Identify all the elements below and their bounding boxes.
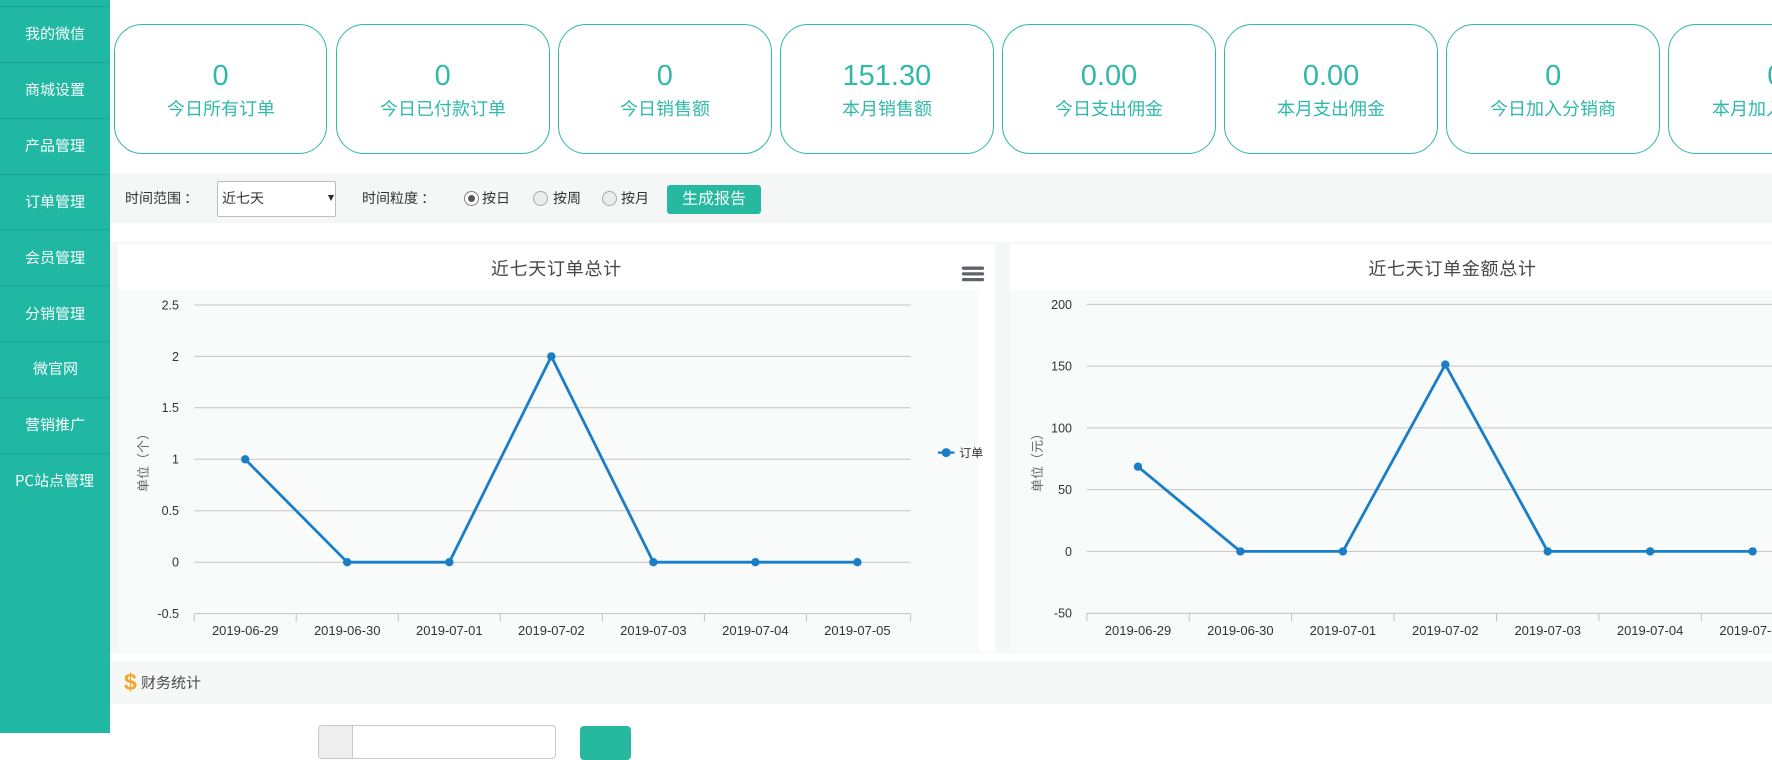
svg-text:0.5: 0.5 bbox=[162, 504, 179, 518]
svg-text:2019-07-05: 2019-07-05 bbox=[1719, 623, 1772, 638]
svg-text:2019-06-29: 2019-06-29 bbox=[212, 623, 279, 638]
svg-text:-0.5: -0.5 bbox=[157, 607, 179, 621]
svg-text:100: 100 bbox=[1051, 421, 1072, 435]
svg-text:2019-07-04: 2019-07-04 bbox=[722, 623, 789, 638]
svg-text:-50: -50 bbox=[1054, 607, 1072, 621]
svg-text:2019-07-02: 2019-07-02 bbox=[1412, 623, 1479, 638]
svg-text:2019-07-01: 2019-07-01 bbox=[1310, 623, 1377, 638]
svg-text:2019-06-30: 2019-06-30 bbox=[1207, 623, 1274, 638]
svg-text:50: 50 bbox=[1058, 483, 1072, 497]
svg-text:0: 0 bbox=[1065, 545, 1072, 559]
svg-text:2019-07-05: 2019-07-05 bbox=[824, 623, 891, 638]
svg-text:2: 2 bbox=[172, 350, 179, 364]
svg-text:2019-07-04: 2019-07-04 bbox=[1617, 623, 1684, 638]
svg-text:2019-06-29: 2019-06-29 bbox=[1105, 623, 1172, 638]
svg-text:2019-07-02: 2019-07-02 bbox=[518, 623, 585, 638]
svg-text:1: 1 bbox=[172, 453, 179, 467]
svg-text:200: 200 bbox=[1051, 298, 1072, 312]
svg-text:2019-07-03: 2019-07-03 bbox=[1514, 623, 1581, 638]
svg-text:2019-06-30: 2019-06-30 bbox=[314, 623, 381, 638]
svg-text:0: 0 bbox=[172, 556, 179, 570]
svg-text:150: 150 bbox=[1051, 360, 1072, 374]
svg-text:2019-07-01: 2019-07-01 bbox=[416, 623, 483, 638]
svg-text:1.5: 1.5 bbox=[162, 401, 179, 415]
svg-text:2.5: 2.5 bbox=[162, 298, 179, 312]
svg-text:2019-07-03: 2019-07-03 bbox=[620, 623, 687, 638]
